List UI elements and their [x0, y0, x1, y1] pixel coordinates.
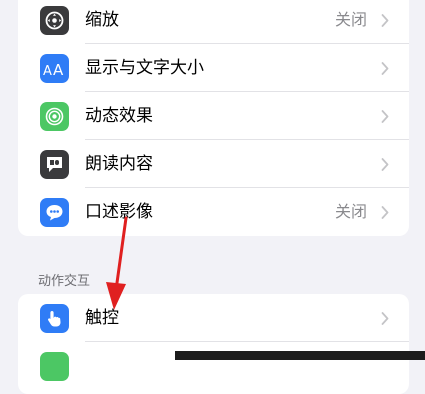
annotation-arrow: [106, 216, 128, 310]
watermark-strip: [175, 351, 425, 360]
